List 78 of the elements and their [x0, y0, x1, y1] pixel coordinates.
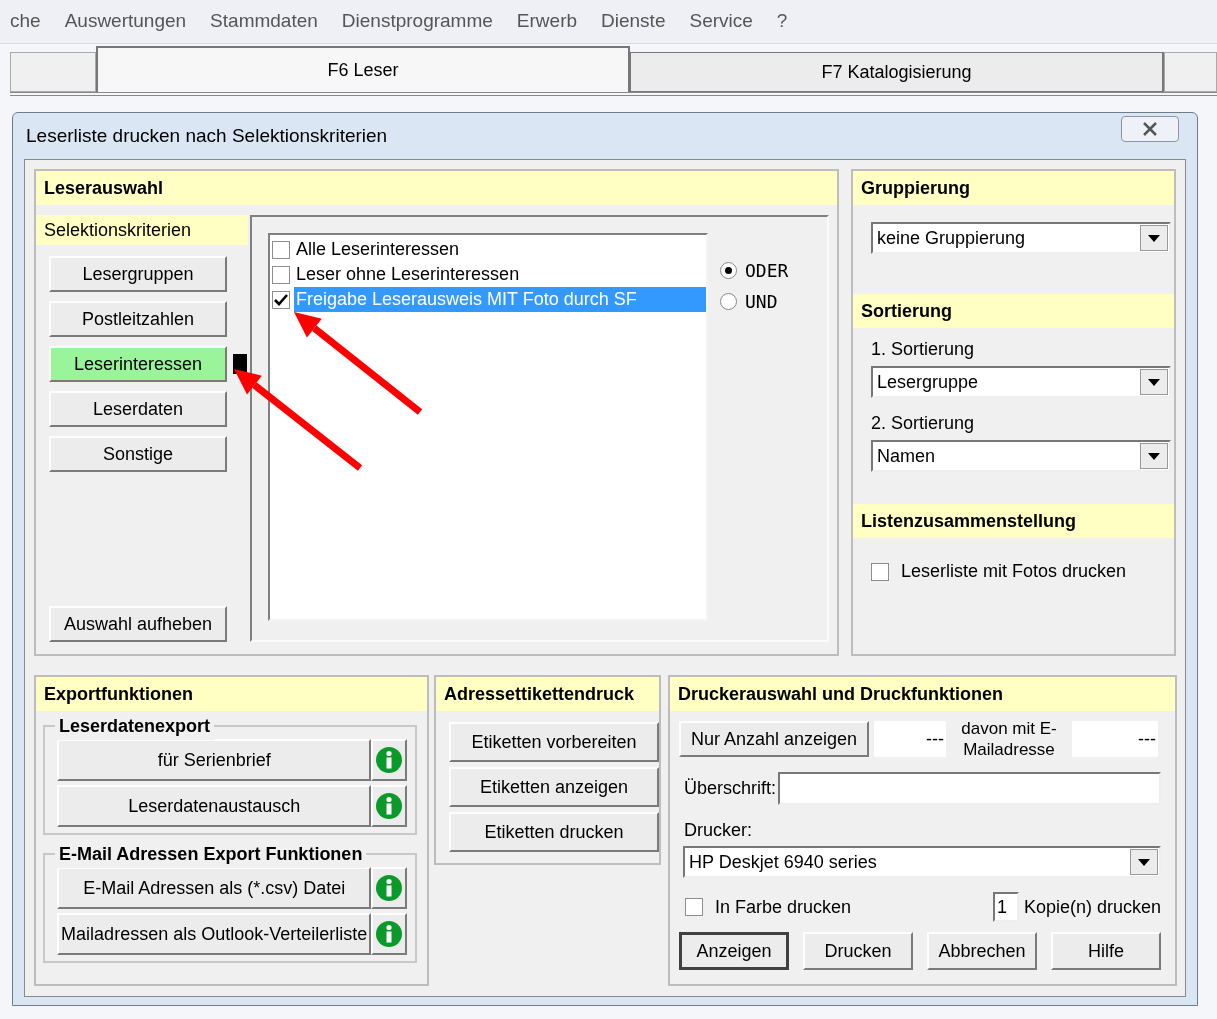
- field-label: Kopie(n) drucken: [1023, 895, 1161, 919]
- subsection-title: Selektionskriterien: [36, 215, 248, 245]
- dialog-button[interactable]: Anzeigen: [679, 932, 789, 970]
- count-button[interactable]: Nur Anzahl anzeigen: [679, 721, 869, 757]
- dialog-button[interactable]: Hilfe: [1051, 932, 1161, 970]
- email-count-value: ---: [1072, 721, 1158, 757]
- checkbox[interactable]: [871, 562, 889, 581]
- info-button[interactable]: [371, 913, 407, 955]
- caret-icon: [1148, 234, 1160, 242]
- info-button[interactable]: [371, 785, 407, 827]
- section-title: Exportfunktionen: [36, 677, 427, 711]
- dropdown[interactable]: Lesergruppe: [871, 366, 1171, 398]
- close-button[interactable]: [1121, 116, 1179, 142]
- info-button[interactable]: [371, 867, 407, 909]
- caret-icon: [1148, 452, 1160, 460]
- radio-button[interactable]: [720, 262, 737, 279]
- info-icon: [375, 792, 404, 820]
- field-label: 2. Sortierung: [871, 412, 976, 435]
- section-title: Listenzusammenstellung: [853, 504, 1174, 538]
- section-title: Leserauswahl: [36, 171, 837, 205]
- menu-item[interactable]: Auswertungen: [64, 7, 187, 36]
- criteria-button[interactable]: Lesergruppen: [49, 256, 227, 292]
- checkbox-label: Leserliste mit Fotos drucken: [901, 560, 1127, 583]
- menu-item[interactable]: Dienstprogramme: [341, 7, 493, 36]
- radio-button[interactable]: [720, 293, 737, 310]
- dropdown[interactable]: HP Deskjet 6940 series: [683, 846, 1161, 878]
- info-icon: [375, 746, 404, 774]
- caret-icon: [1138, 858, 1150, 866]
- export-button[interactable]: Mailadressen als Outlook-Verteilerliste: [57, 913, 372, 955]
- close-icon: [1142, 122, 1158, 136]
- menu-item[interactable]: ?: [776, 7, 788, 36]
- tab[interactable]: F7 Katalogisierung: [630, 52, 1164, 92]
- criteria-button[interactable]: Postleitzahlen: [49, 301, 227, 337]
- field-label: 1. Sortierung: [871, 338, 976, 361]
- info-icon: [375, 874, 404, 902]
- dialog-button[interactable]: Drucken: [803, 932, 913, 970]
- label-print-button[interactable]: Etiketten drucken: [449, 812, 659, 852]
- info-icon: [375, 920, 404, 948]
- field-label: Drucker:: [683, 819, 753, 842]
- label-print-button[interactable]: Etiketten anzeigen: [449, 767, 659, 807]
- label-print-button[interactable]: Etiketten vorbereiten: [449, 722, 659, 762]
- radio-label: UND: [745, 290, 778, 314]
- section-title: Adressettikettendruck: [436, 677, 659, 711]
- menu-item[interactable]: Dienste: [601, 7, 666, 36]
- menu-item[interactable]: che: [10, 7, 41, 36]
- section-title: Druckerauswahl und Druckfunktionen: [670, 677, 1175, 711]
- dropdown[interactable]: Namen: [871, 440, 1171, 472]
- email-count-label: davon mit E-Mailadresse: [960, 718, 1058, 760]
- section-title: Sortierung: [853, 294, 1174, 328]
- clear-selection-button[interactable]: Auswahl aufheben: [49, 606, 227, 642]
- count-value: ---: [874, 721, 946, 757]
- export-button[interactable]: E-Mail Adressen als (*.csv) Datei: [57, 867, 372, 909]
- criteria-button[interactable]: Leserdaten: [49, 391, 227, 427]
- list-item[interactable]: Alle Leserinteressen: [294, 237, 706, 262]
- caret-icon: [1148, 378, 1160, 386]
- checkbox[interactable]: [685, 898, 703, 916]
- field-label: Überschrift:: [683, 777, 777, 800]
- tab[interactable]: F6 Leser: [96, 46, 630, 92]
- criteria-button[interactable]: Leserinteressen: [49, 346, 227, 382]
- checkbox-label: In Farbe drucken: [715, 895, 852, 919]
- info-button[interactable]: [371, 739, 407, 781]
- radio-label: ODER: [745, 259, 789, 283]
- window-title: Leserliste drucken nach Selektionskriterien: [26, 123, 388, 148]
- heading-input[interactable]: [778, 772, 1161, 805]
- dialog-button[interactable]: Abbrechen: [927, 932, 1037, 970]
- checkbox[interactable]: [272, 290, 290, 309]
- dropdown[interactable]: keine Gruppierung: [871, 222, 1171, 254]
- criteria-button[interactable]: Sonstige: [49, 436, 227, 472]
- export-button[interactable]: für Serienbrief: [57, 739, 372, 781]
- menu-item[interactable]: Erwerb: [516, 7, 578, 36]
- menu-item[interactable]: Service: [689, 7, 753, 36]
- menu-item[interactable]: Stammdaten: [210, 7, 318, 36]
- copies-input[interactable]: 1: [992, 892, 1019, 922]
- checkbox[interactable]: [272, 240, 290, 259]
- export-button[interactable]: Leserdatenaustausch: [57, 785, 372, 827]
- checkbox[interactable]: [272, 265, 290, 284]
- section-title: Gruppierung: [853, 171, 1174, 205]
- list-item[interactable]: Leser ohne Leserinteressen: [294, 262, 706, 287]
